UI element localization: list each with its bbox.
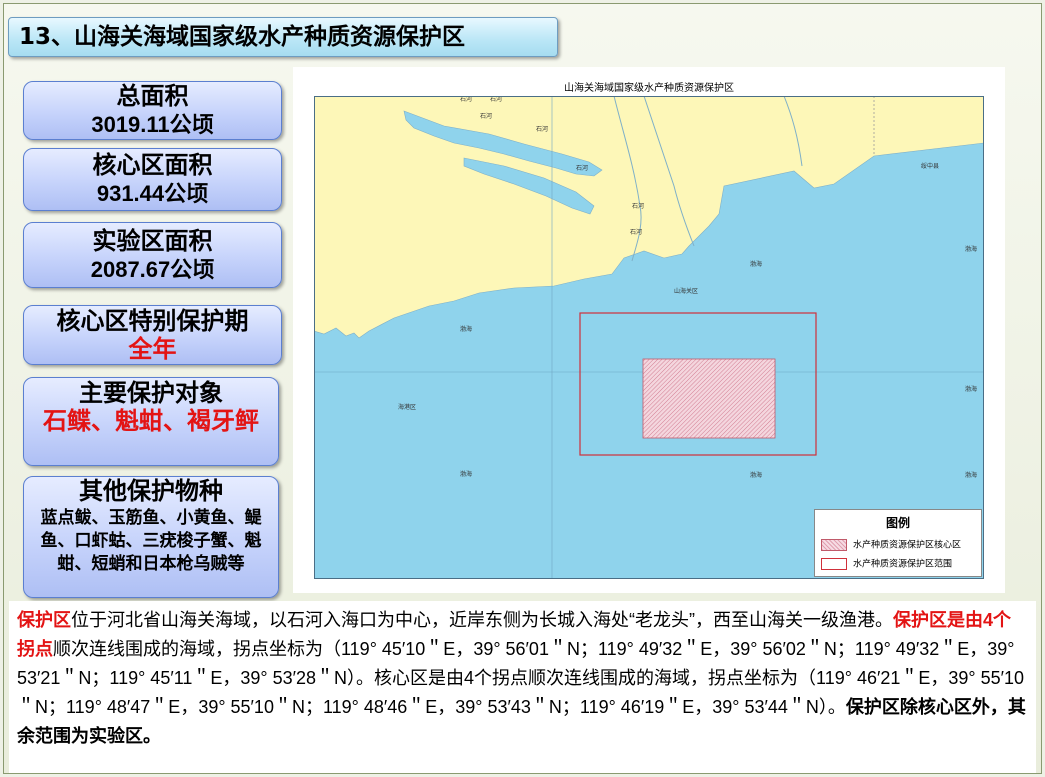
place-label: 石河: [632, 202, 644, 210]
description-text: 保护区位于河北省山海关海域，以石河入海口为中心，近岸东侧为长城入海处“老龙头”，…: [9, 601, 1036, 773]
stat-label: 核心区特别保护期: [56, 308, 249, 335]
place-label: 渤海: [460, 470, 472, 478]
stat-other-species: 其他保护物种 蓝点鲅、玉筋鱼、小黄鱼、鳀鱼、口虾蛄、三疣梭子蟹、魁蚶、短蛸和日本…: [23, 476, 279, 598]
place-label: 石河: [490, 96, 502, 103]
legend-label: 水产种质资源保护区范围: [853, 559, 953, 570]
place-label: 石河: [480, 112, 492, 120]
description-sentence: 位于河北省山海关海域，以石河入海口为中心，近岸东侧为长城入海处“老龙头”，西至山…: [71, 610, 893, 630]
stat-protection-period: 核心区特别保护期 全年: [23, 305, 282, 365]
place-label: 渤海: [750, 471, 762, 479]
core-swatch: [821, 539, 847, 551]
legend-title: 图例: [885, 516, 910, 530]
stat-value: 931.44公顷: [96, 181, 209, 206]
map-title: 山海关海域国家级水产种质资源保护区: [564, 83, 734, 94]
stat-core-area: 核心区面积 931.44公顷: [23, 148, 282, 211]
stat-value: 石鲽、魁蚶、褐牙鲆: [43, 408, 259, 435]
place-label: 石河: [630, 228, 642, 236]
map-canvas: 石河 石河 石河 石河 石河 石河 石河 绥中县 渤海 渤海 渤海 渤海 渤海 …: [314, 96, 984, 579]
stat-value: 2087.67公顷: [90, 257, 215, 282]
core-zone: [642, 358, 776, 439]
place-label: 石河: [576, 164, 588, 172]
place-label: 渤海: [965, 245, 977, 253]
place-label: 渤海: [750, 260, 762, 268]
place-label: 渤海: [965, 385, 977, 393]
stat-value: 3019.11公顷: [91, 112, 214, 137]
stat-value: 全年: [128, 336, 177, 363]
place-label: 石河: [536, 125, 548, 133]
map-legend: 图例 水产种质资源保护区核心区 水产种质资源保护区范围: [814, 509, 982, 577]
stat-label: 核心区面积: [92, 152, 213, 179]
legend-item-range: 水产种质资源保护区范围: [821, 558, 952, 572]
stat-experimental-area: 实验区面积 2087.67公顷: [23, 222, 282, 288]
place-label: 绥中县: [921, 162, 939, 170]
page-title: 13、山海关海域国家级水产种质资源保护区: [8, 17, 558, 57]
legend-item-core: 水产种质资源保护区核心区: [821, 539, 961, 553]
place-label: 渤海: [460, 325, 472, 333]
stat-total-area: 总面积 3019.11公顷: [23, 81, 282, 140]
stat-label: 其他保护物种: [79, 478, 223, 505]
stat-value: 蓝点鲅、玉筋鱼、小黄鱼、鳀鱼、口虾蛄、三疣梭子蟹、魁蚶、短蛸和日本枪乌贼等: [40, 508, 262, 573]
stat-label: 主要保护对象: [79, 380, 223, 407]
description-highlight: 保护区: [17, 610, 71, 630]
place-label: 渤海: [965, 471, 977, 479]
stat-main-species: 主要保护对象 石鲽、魁蚶、褐牙鲆: [23, 377, 279, 466]
place-label: 海港区: [398, 403, 416, 411]
stat-label: 总面积: [116, 83, 189, 110]
stat-label: 实验区面积: [92, 228, 213, 255]
range-swatch: [821, 558, 847, 570]
place-label: 石河: [460, 96, 472, 103]
legend-label: 水产种质资源保护区核心区: [853, 540, 962, 551]
place-label: 山海关区: [674, 287, 698, 295]
